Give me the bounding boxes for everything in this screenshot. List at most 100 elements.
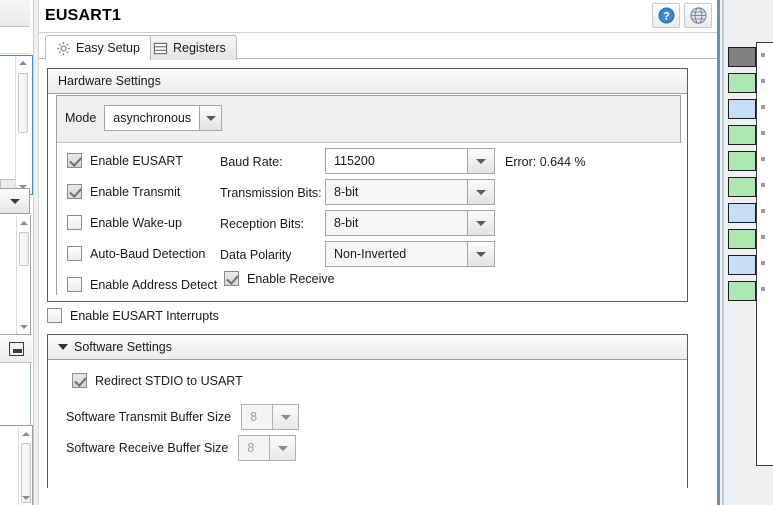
baud-rate-dropdown[interactable]: 115200 [325,148,495,174]
pin-block[interactable] [728,47,756,67]
tab-label: Registers [173,41,226,55]
checkbox-box[interactable] [72,373,87,388]
chevron-down-icon[interactable] [467,180,494,204]
chevron-down-icon [10,199,20,204]
checkbox-label: Redirect STDIO to USART [95,373,243,388]
package-pin-marker [761,261,765,265]
checkbox-enable-wake-up[interactable]: Enable Wake-up [67,215,182,230]
reception-bits-dropdown[interactable]: 8-bit [325,210,495,236]
left-panel-fragments [0,0,38,505]
tab-label: Easy Setup [76,41,140,55]
baud-error-text: Error: 0.644 % [505,155,586,169]
left-panel-dropdown[interactable] [0,188,30,214]
package-pin-marker [761,79,765,83]
checkbox-redirect-stdio[interactable]: Redirect STDIO to USART [72,373,243,388]
pin-block[interactable] [728,255,756,275]
mode-row: Mode asynchronous [65,105,223,131]
data-polarity-value: Non-Inverted [326,242,467,266]
globe-button[interactable] [684,3,712,28]
pin-block[interactable] [728,125,756,145]
globe-icon [689,7,707,24]
chevron-down-icon[interactable] [269,436,296,460]
checkbox-label: Enable Receive [247,271,335,286]
pin-block[interactable] [728,151,756,171]
pin-block[interactable] [728,229,756,249]
scroll-up-arrow-icon[interactable] [19,427,33,441]
checkbox-box[interactable] [224,271,239,286]
pin-block[interactable] [728,99,756,119]
chevron-down-icon[interactable] [272,405,299,429]
pin-block[interactable] [728,73,756,93]
baud-rate-value[interactable]: 115200 [326,149,467,173]
reception-bits-label: Reception Bits: [220,217,305,231]
scrollbar-thumb[interactable] [18,73,28,133]
left-scrollbar-lower[interactable] [18,427,32,505]
mode-dropdown[interactable]: asynchronous [104,105,223,131]
chevron-down-icon[interactable] [467,242,494,266]
mode-label: Mode [65,111,97,125]
left-scrollbar-upper[interactable] [15,56,29,194]
checkbox-auto-baud-detection[interactable]: Auto-Baud Detection [67,246,205,261]
checkbox-enable-eusart-interrupts[interactable]: Enable EUSART Interrupts [47,308,219,323]
scroll-down-arrow-icon[interactable] [17,320,31,334]
software-settings-body: Redirect STDIO to USART Software Transmi… [48,361,687,488]
help-button[interactable]: ? [652,3,680,28]
data-polarity-dropdown[interactable]: Non-Inverted [325,241,495,267]
chevron-down-icon[interactable] [199,106,222,130]
pin-block[interactable] [728,177,756,197]
checkbox-box[interactable] [67,277,82,292]
transmission-bits-value: 8-bit [326,180,467,204]
tab-registers[interactable]: Registers [142,35,237,60]
software-transmit-buffer-spinner[interactable]: 8 [241,404,300,430]
checkbox-box[interactable] [67,246,82,261]
checkbox-box[interactable] [47,308,62,323]
software-receive-buffer-spinner[interactable]: 8 [238,435,297,461]
table-rows-icon [153,42,168,54]
package-pin-marker [761,287,765,291]
package-pin-marker [761,53,765,57]
software-settings-group: Software Settings Redirect STDIO to USAR… [47,334,688,488]
right-splitter[interactable] [717,0,720,505]
checkbox-box[interactable] [67,215,82,230]
checkbox-enable-eusart[interactable]: Enable EUSART [67,153,183,168]
checkbox-box[interactable] [67,153,82,168]
checkbox-enable-transmit[interactable]: Enable Transmit [67,184,180,199]
scroll-down-arrow-icon[interactable] [19,491,33,505]
mode-value: asynchronous [105,106,200,130]
software-receive-buffer-label: Software Receive Buffer Size [66,441,229,455]
hardware-fields-area: Enable EUSART Enable Transmit Enable Wak… [57,142,682,296]
page-title: EUSART1 [45,7,122,24]
scroll-up-arrow-icon[interactable] [17,216,31,230]
minimize-icon[interactable] [9,342,24,356]
package-pin-marker [761,183,765,187]
software-settings-header[interactable]: Software Settings [48,335,687,360]
software-receive-buffer-value: 8 [239,436,270,460]
checkbox-box[interactable] [67,184,82,199]
chevron-down-icon[interactable] [467,149,494,173]
left-panel-blank-fragment [0,27,30,54]
pin-block[interactable] [728,203,756,223]
left-scrollbar-middle[interactable] [16,216,30,334]
checkbox-enable-receive[interactable]: Enable Receive [224,271,335,286]
scrollbar-thumb[interactable] [19,232,29,266]
scroll-up-arrow-icon[interactable] [16,56,30,70]
left-panel-toolbar [0,337,32,363]
software-transmit-buffer-label: Software Transmit Buffer Size [66,410,232,424]
checkbox-label: Enable EUSART Interrupts [70,308,219,323]
package-pin-marker [761,235,765,239]
software-transmit-buffer-value: 8 [242,405,273,429]
package-pin-marker [761,105,765,109]
pin-block[interactable] [728,281,756,301]
hardware-settings-header: Hardware Settings [48,69,687,94]
eusart-config-window: EUSART1 ? Easy Setup Registers Hardware … [38,0,718,505]
checkbox-enable-address-detect[interactable]: Enable Address Detect [67,277,217,292]
chevron-down-icon[interactable] [467,211,494,235]
left-panel-blank-lower [0,363,31,425]
checkbox-label: Enable Wake-up [90,215,182,230]
software-settings-title: Software Settings [74,340,172,354]
tab-easy-setup[interactable]: Easy Setup [45,35,151,61]
window-titlebar: EUSART1 ? [39,0,718,33]
transmission-bits-dropdown[interactable]: 8-bit [325,179,495,205]
screen-root: EUSART1 ? Easy Setup Registers Hardware … [0,0,773,505]
help-question-icon: ? [658,7,674,24]
